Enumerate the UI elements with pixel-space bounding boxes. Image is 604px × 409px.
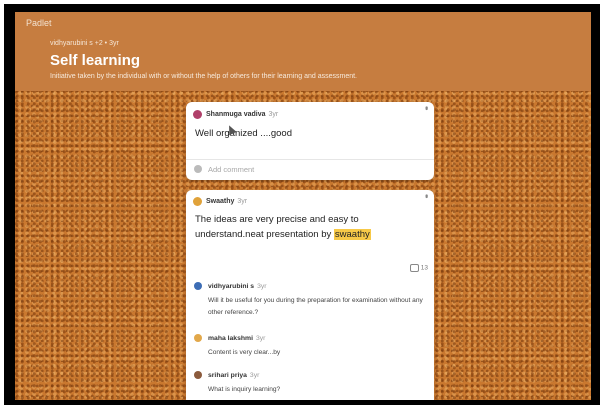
app-logo-text[interactable]: Padlet	[26, 18, 52, 28]
comment-author[interactable]: maha lakshmi 3yr	[208, 335, 265, 342]
board-authors[interactable]: vidhyarubini s +2 • 3yr	[50, 40, 119, 47]
highlighted-text: swaathy	[333, 229, 371, 240]
board-description: Initiative taken by the individual with …	[50, 73, 358, 80]
post-time: 3yr	[237, 198, 248, 205]
comment-text: Will it be useful for you during the pre…	[208, 297, 423, 316]
comment-author[interactable]: srihari priya 3yr	[208, 372, 259, 379]
comment-time: 3yr	[255, 335, 266, 342]
post-author-name: Shanmuga vadiva	[206, 111, 266, 118]
comment-bubble-icon	[409, 264, 419, 272]
comment-time: 3yr	[249, 372, 260, 379]
post-author[interactable]: Swaathy 3yr	[206, 198, 247, 205]
menu-dots-icon[interactable]: •••	[422, 106, 431, 108]
comment-author-name: vidhyarubini s	[208, 283, 255, 290]
padlet-board: Padlet vidhyarubini s +2 • 3yr Self lear…	[15, 12, 591, 400]
post-card[interactable]: Swaathy 3yr ••• The ideas are very precis…	[186, 190, 434, 400]
window-frame: Padlet vidhyarubini s +2 • 3yr Self lear…	[0, 0, 604, 409]
post-text: Well organized ....good	[195, 128, 292, 139]
post-text: The ideas are very precise and easy to u…	[195, 212, 425, 242]
avatar	[194, 371, 202, 379]
avatar	[193, 197, 202, 206]
comment-text: What is inquiry learning?	[208, 386, 281, 393]
avatar	[194, 282, 202, 290]
comment-author-name: srihari priya	[208, 372, 247, 379]
comment-author-name: maha lakshmi	[208, 335, 253, 342]
comment-count-value: 13	[420, 264, 428, 272]
post-time: 3yr	[268, 111, 279, 118]
post-author[interactable]: Shanmuga vadiva 3yr	[206, 111, 278, 118]
avatar	[193, 110, 202, 119]
board-header: Padlet vidhyarubini s +2 • 3yr Self lear…	[15, 12, 591, 91]
post-author-name: Swaathy	[206, 198, 235, 205]
menu-dots-icon[interactable]: •••	[422, 194, 431, 196]
add-comment-input[interactable]: Add comment	[208, 165, 254, 174]
comment-count[interactable]: 13	[409, 264, 428, 272]
post-card[interactable]: Shanmuga vadiva 3yr ••• Well organized ..…	[186, 102, 434, 180]
comment-text: Content is very clear...by	[208, 349, 281, 356]
user-avatar-icon	[194, 165, 202, 173]
comment-time: 3yr	[257, 283, 267, 290]
board-title: Self learning	[50, 52, 141, 69]
comment-author[interactable]: vidhyarubini s 3yr	[208, 283, 267, 290]
avatar	[194, 334, 202, 342]
divider	[186, 159, 434, 160]
